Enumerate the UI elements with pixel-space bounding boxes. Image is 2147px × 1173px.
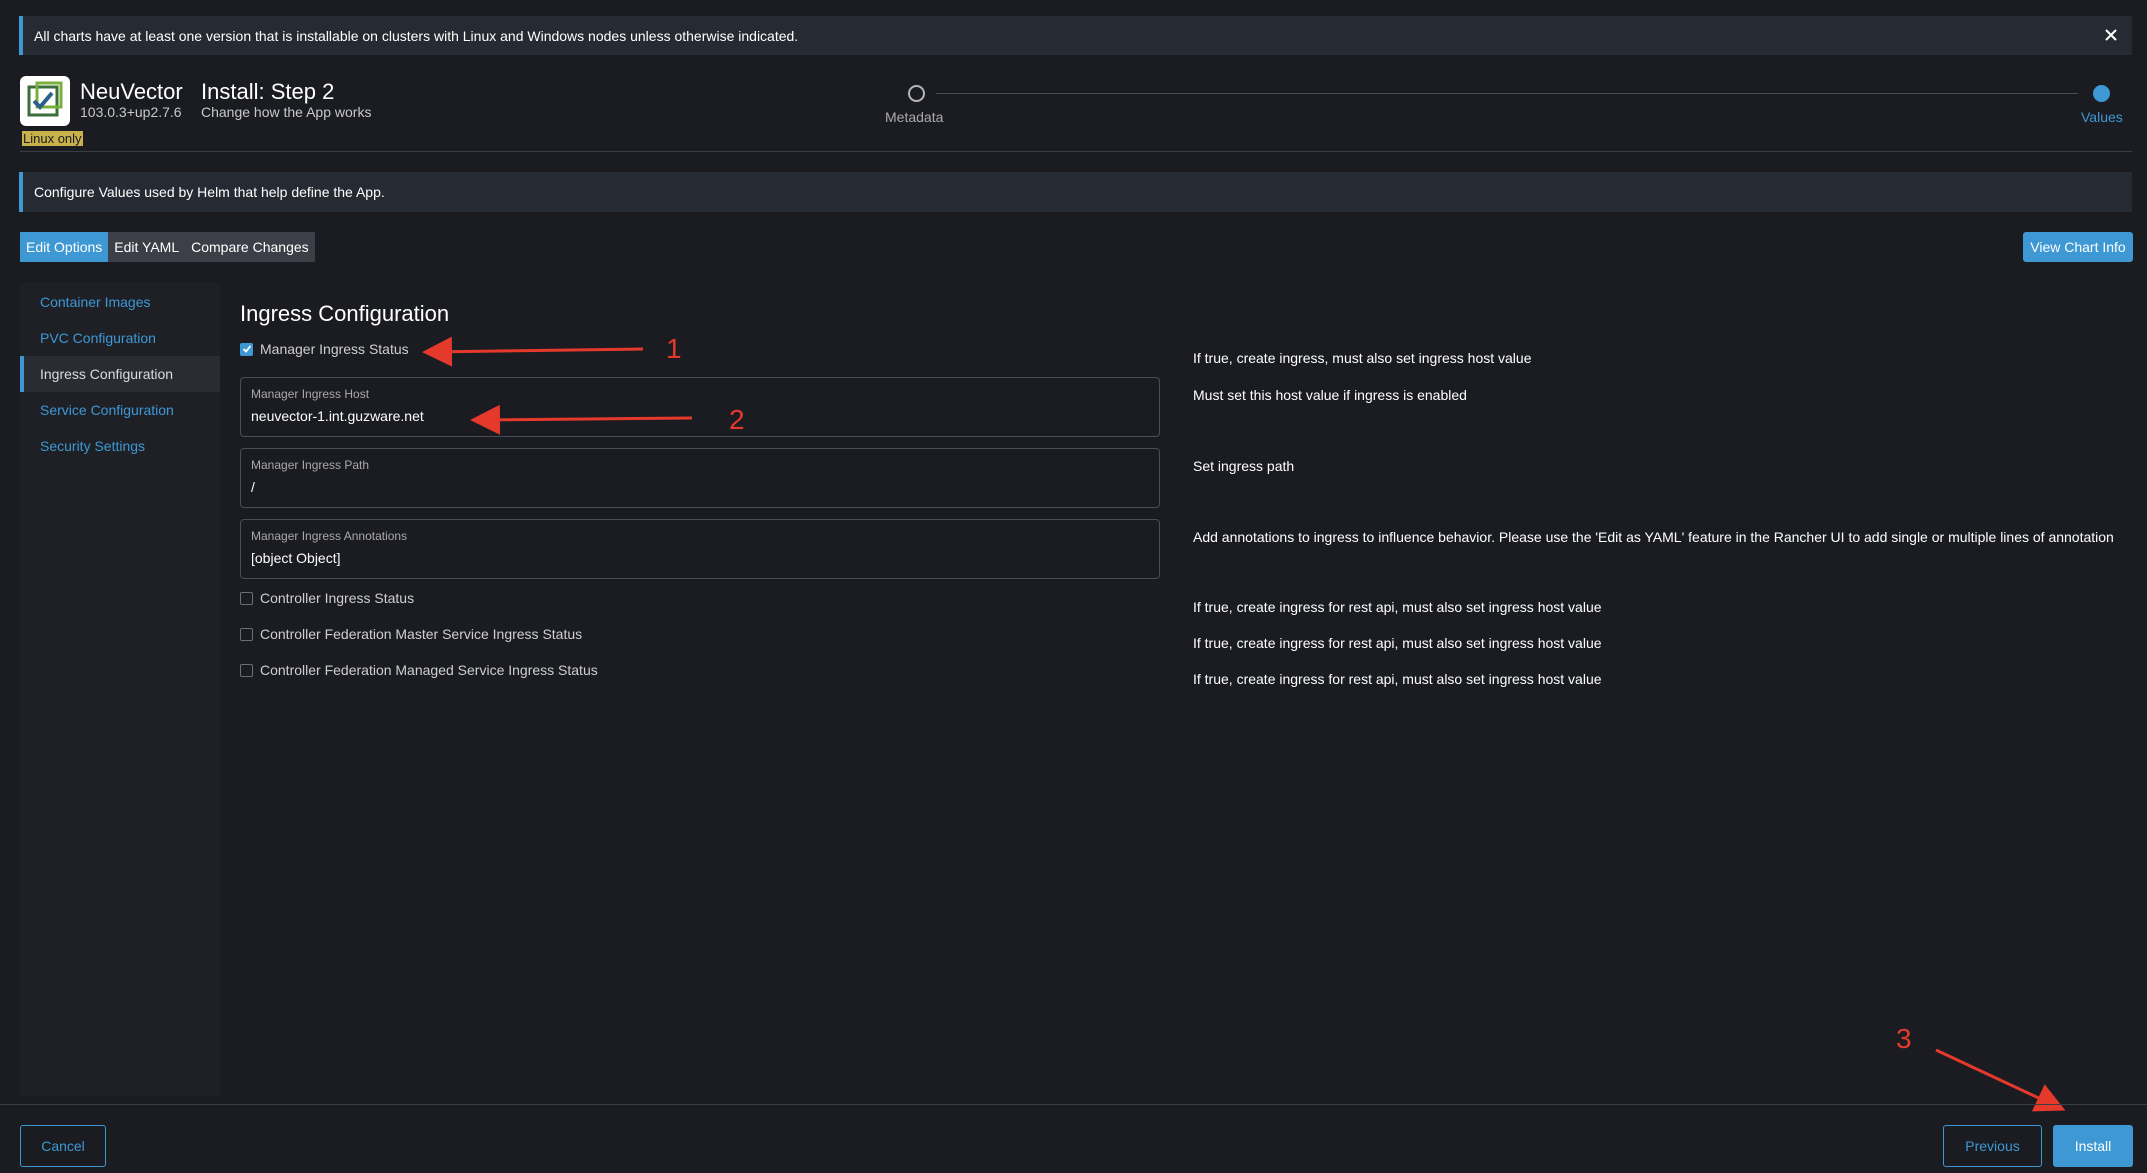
cancel-button[interactable]: Cancel xyxy=(20,1125,106,1167)
annotation-number-1: 1 xyxy=(666,333,682,364)
footer-divider xyxy=(0,1104,2147,1105)
annotation-arrows xyxy=(422,336,2066,1112)
annotation-arrow-1 xyxy=(422,336,644,367)
previous-button[interactable]: Previous xyxy=(1943,1125,2042,1167)
install-button[interactable]: Install xyxy=(2053,1125,2133,1167)
annotation-arrow-2 xyxy=(470,404,693,435)
annotation-number-2: 2 xyxy=(729,404,745,435)
annotation-number-3: 3 xyxy=(1896,1023,1912,1054)
annotation-arrow-3 xyxy=(1935,1048,2066,1112)
